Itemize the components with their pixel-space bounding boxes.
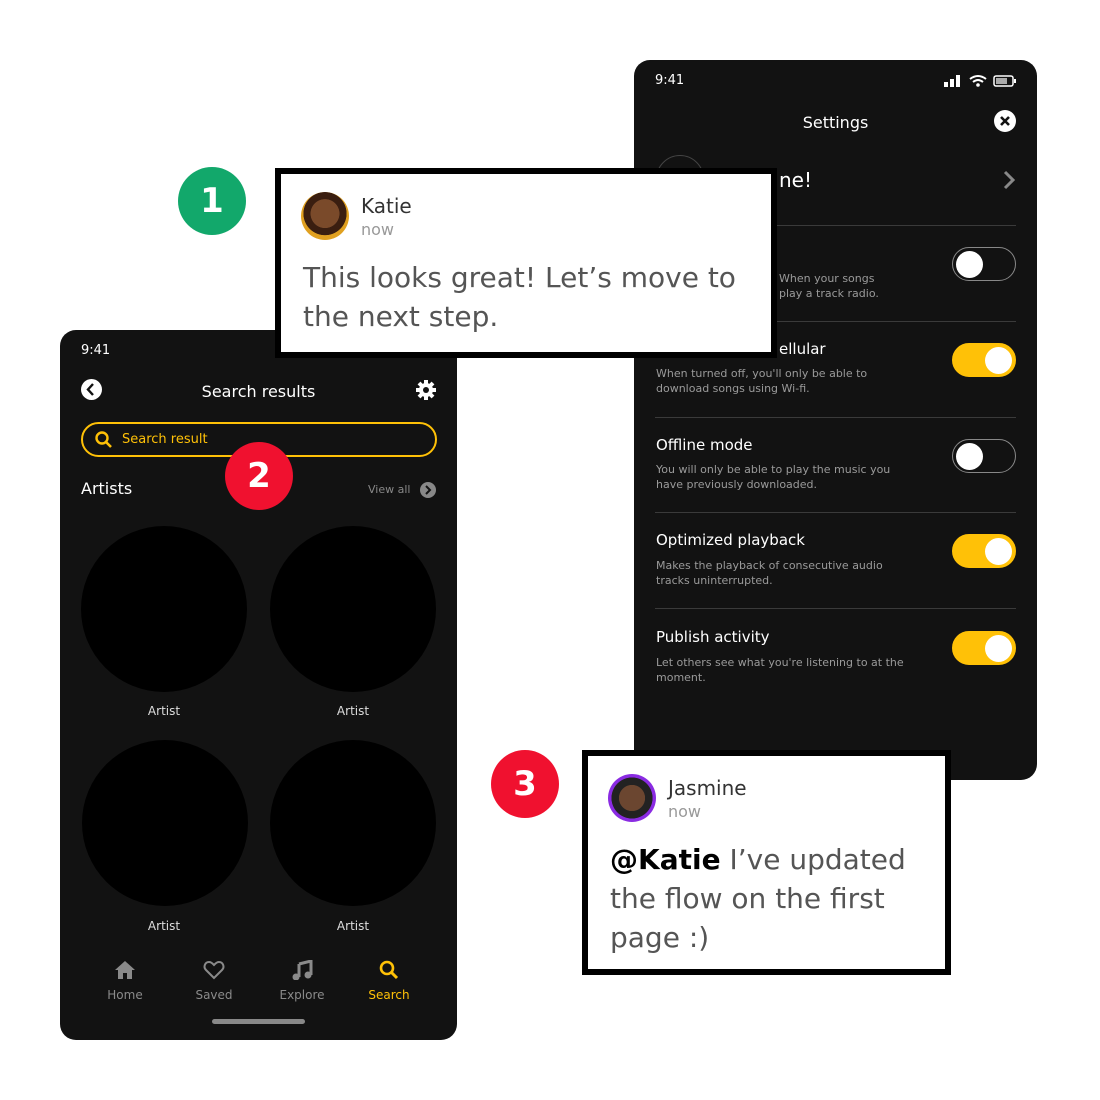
divider — [655, 417, 1016, 418]
search-icon — [379, 960, 399, 980]
artist-image[interactable] — [82, 740, 248, 906]
status-time: 9:41 — [655, 73, 685, 88]
artist-image[interactable] — [81, 526, 247, 692]
comment-time: now — [361, 220, 395, 239]
toggle-offline-mode[interactable] — [952, 439, 1016, 473]
row-desc: Let others see what you're listening to … — [656, 656, 904, 684]
step-badge-1: 1 — [178, 167, 246, 235]
comment-author: Katie — [361, 194, 412, 218]
divider — [655, 512, 1016, 513]
toggle-row-1[interactable] — [952, 247, 1016, 281]
gear-icon[interactable] — [414, 378, 438, 402]
toggle-publish-activity[interactable] — [952, 631, 1016, 665]
section-title: Artists — [81, 479, 133, 498]
row-desc: Makes the playback of consecutive audio … — [656, 559, 883, 587]
row-desc: You will only be able to play the music … — [656, 463, 891, 491]
artist-image[interactable] — [270, 740, 436, 906]
avatar — [608, 774, 656, 822]
row-title: ellular — [779, 340, 826, 358]
row-title: Publish activity — [656, 628, 770, 646]
settings-title: Settings — [802, 113, 869, 132]
artist-label[interactable]: Artist — [81, 919, 247, 933]
home-indicator — [212, 1019, 305, 1024]
screen-title: Search results — [201, 382, 316, 401]
view-all-arrow-icon[interactable] — [420, 482, 436, 498]
nav-home[interactable]: Home — [85, 960, 165, 1002]
step-badge-3: 3 — [491, 750, 559, 818]
search-icon — [95, 431, 112, 448]
view-all-link[interactable]: View all — [368, 483, 410, 496]
comment-text: This looks great! Let’s move to the next… — [303, 261, 736, 333]
chevron-right-icon[interactable] — [1002, 170, 1016, 190]
comment-time: now — [668, 802, 702, 821]
artist-image[interactable] — [270, 526, 436, 692]
row-desc: When turned off, you'll only be able to … — [656, 367, 868, 395]
nav-label: Saved — [195, 988, 233, 1002]
toggle-cellular[interactable] — [952, 343, 1016, 377]
close-button[interactable] — [994, 110, 1016, 132]
heart-icon — [203, 960, 225, 980]
divider — [655, 608, 1016, 609]
avatar — [301, 192, 349, 240]
profile-name[interactable]: ne! — [779, 168, 812, 192]
close-icon — [1000, 116, 1010, 126]
nav-label: Search — [368, 988, 410, 1002]
comment-card: Katie now This looks great! Let’s move t… — [275, 168, 777, 358]
status-time: 9:41 — [81, 343, 111, 358]
home-icon — [115, 961, 135, 979]
nav-explore[interactable]: Explore — [262, 960, 342, 1002]
toggle-optimized-playback[interactable] — [952, 534, 1016, 568]
row-title: Optimized playback — [656, 531, 805, 549]
step-badge-2: 2 — [225, 442, 293, 510]
comment-mention[interactable]: @Katie — [610, 843, 721, 876]
comment-card: Jasmine now @Katie I’ve updated the flow… — [582, 750, 951, 975]
search-results-screen: 9:41 Search results Search result Artist… — [60, 330, 457, 1040]
artist-label[interactable]: Artist — [270, 704, 436, 718]
status-icons — [944, 75, 1016, 87]
nav-label: Home — [107, 988, 143, 1002]
nav-label: Explore — [279, 988, 325, 1002]
search-value: Search result — [122, 432, 208, 447]
artist-label[interactable]: Artist — [270, 919, 436, 933]
comment-author: Jasmine — [668, 776, 747, 800]
nav-saved[interactable]: Saved — [174, 960, 254, 1002]
music-note-icon — [292, 960, 313, 980]
artist-label[interactable]: Artist — [81, 704, 247, 718]
nav-search[interactable]: Search — [349, 960, 429, 1002]
row-title: Offline mode — [656, 436, 753, 454]
